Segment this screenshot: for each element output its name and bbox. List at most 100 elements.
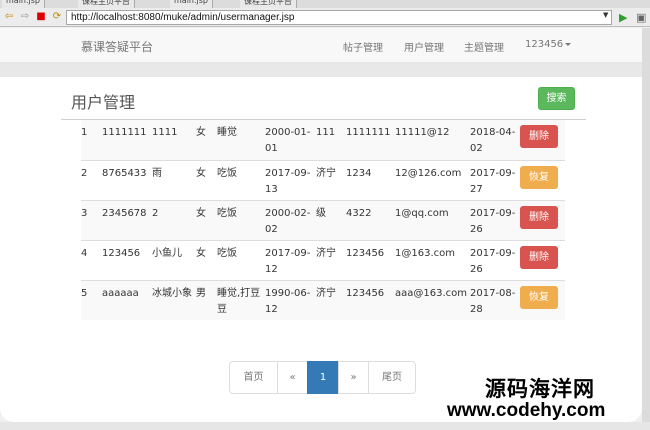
- prev-page-button[interactable]: «: [277, 361, 308, 394]
- account-cell: 1111111: [102, 127, 147, 138]
- url-dropdown-icon[interactable]: ▼: [603, 11, 608, 19]
- user-table: 1 1111111 1111 女睡觉 2000-01-01 111 1111111 11111…: [81, 120, 565, 320]
- name-cell: 雨: [152, 167, 162, 179]
- table-row: 4 123456 小鱼儿 女吃饭 2017-09-12 济宁 123456 1@163.com…: [81, 240, 565, 280]
- gender-cell: 女: [196, 247, 206, 259]
- go-icon[interactable]: ▶: [619, 11, 627, 24]
- date-cell: 2017-09-26: [470, 207, 516, 235]
- date-cell: 2017-09-27: [470, 167, 516, 195]
- current-page-button[interactable]: 1: [307, 361, 339, 394]
- name-cell: 冰城小象: [152, 287, 192, 299]
- next-page-button[interactable]: »: [338, 361, 369, 394]
- page-title: 用户管理: [71, 93, 136, 112]
- delete-button[interactable]: 删除: [520, 245, 558, 269]
- place-cell: 级: [316, 207, 326, 219]
- email-cell: aaa@163.com: [395, 287, 468, 299]
- header-band: [0, 63, 650, 77]
- first-page-button[interactable]: 首页: [229, 361, 278, 394]
- account-cell: 8765433: [102, 167, 147, 179]
- gender-cell: 男: [196, 287, 206, 299]
- action-cell: 删除: [520, 240, 565, 280]
- hobby-cell: 吃饭: [217, 247, 237, 259]
- back-icon[interactable]: ⇦: [3, 11, 15, 23]
- phone-cell: 123456: [346, 247, 385, 259]
- brand-title[interactable]: 慕课答疑平台: [81, 38, 153, 55]
- menu-icon[interactable]: ▣: [636, 11, 646, 24]
- date-cell: 2018-04-02: [470, 127, 516, 154]
- row-number: 1: [81, 127, 88, 138]
- place-cell: 济宁: [316, 287, 336, 299]
- table-row: 2 8765433 雨 女吃饭 2017-09-13 济宁 1234 12@126.com 20…: [81, 160, 565, 200]
- phone-cell: 123456: [346, 287, 385, 299]
- date-cell: 2017-09-26: [470, 247, 516, 275]
- row-number: 2: [81, 167, 88, 179]
- birth-cell: 2000-01-01: [265, 127, 311, 154]
- watermark-text: 源码海洋网: [485, 377, 595, 401]
- name-cell: 小鱼儿: [152, 247, 182, 259]
- table-row: 3 2345678 2 女吃饭 2000-02-02 级 4322 1@qq.com 2017-…: [81, 200, 565, 240]
- delete-button[interactable]: 删除: [520, 205, 558, 229]
- search-button[interactable]: 搜索: [538, 87, 575, 110]
- birth-cell: 1990-06-12: [265, 287, 311, 315]
- browser-tab-strip: main.jsp 课程主页平台 main.jsp 课程主页平台: [0, 0, 650, 8]
- phone-cell: 1234: [346, 167, 372, 179]
- name-cell: 1111: [152, 127, 178, 138]
- email-cell: 11111@12: [395, 127, 450, 138]
- hobby-cell: 睡觉: [217, 127, 237, 138]
- place-cell: 济宁: [316, 167, 336, 179]
- pagination: 首页 « 1 » 尾页: [229, 361, 416, 394]
- restore-button[interactable]: 恢复: [520, 165, 558, 189]
- row-number: 3: [81, 207, 88, 219]
- birth-cell: 2017-09-12: [265, 247, 311, 275]
- address-bar: ⇦ ⇨ ■ ⟳ http://localhost:8080/muke/admin…: [0, 8, 650, 27]
- watermark-url: www.codehy.com: [447, 400, 606, 421]
- browser-tab[interactable]: 课程主页平台: [78, 0, 135, 8]
- window-edge: [0, 422, 650, 430]
- gender-cell: 女: [196, 207, 206, 219]
- browser-tab[interactable]: main.jsp: [2, 0, 45, 8]
- action-cell: 恢复: [520, 280, 565, 320]
- restore-button[interactable]: 恢复: [520, 285, 558, 309]
- delete-button[interactable]: 删除: [520, 125, 558, 148]
- window-edge: [642, 28, 650, 430]
- browser-tab[interactable]: 课程主页平台: [240, 0, 297, 8]
- user-menu-label: 123456: [525, 39, 564, 50]
- url-input[interactable]: http://localhost:8080/muke/admin/userman…: [66, 10, 612, 25]
- nav-topics-link[interactable]: 主题管理: [464, 39, 504, 54]
- birth-cell: 2000-02-02: [265, 207, 311, 235]
- gender-cell: 女: [196, 167, 206, 179]
- phone-cell: 1111111: [346, 127, 391, 138]
- action-cell: 恢复: [520, 160, 565, 200]
- table-row: 1 1111111 1111 女睡觉 2000-01-01 111 1111111 11111…: [81, 120, 565, 160]
- hobby-cell: 睡觉,打豆豆: [217, 287, 261, 315]
- birth-cell: 2017-09-13: [265, 167, 311, 195]
- date-cell: 2017-08-28: [470, 287, 516, 315]
- gender-cell: 女: [196, 127, 206, 138]
- table-row: 5 aaaaaa 冰城小象男睡觉,打豆豆 1990-06-12 济宁 123456 aaa@…: [81, 280, 565, 320]
- last-page-button[interactable]: 尾页: [368, 361, 416, 394]
- row-number: 5: [81, 287, 88, 299]
- action-cell: 删除: [520, 120, 565, 160]
- nav-posts-link[interactable]: 帖子管理: [343, 39, 383, 54]
- top-navbar: 慕课答疑平台 帖子管理 用户管理 主题管理 123456: [0, 28, 650, 63]
- refresh-icon[interactable]: ⟳: [51, 11, 63, 23]
- phone-cell: 4322: [346, 207, 372, 219]
- nav-users-link[interactable]: 用户管理: [404, 39, 444, 54]
- hobby-cell: 吃饭: [217, 167, 237, 179]
- chevron-down-icon: [565, 42, 572, 46]
- email-cell: 1@qq.com: [395, 207, 449, 219]
- email-cell: 1@163.com: [395, 247, 455, 259]
- action-cell: 删除: [520, 200, 565, 240]
- hobby-cell: 吃饭: [217, 207, 237, 219]
- account-cell: 2345678: [102, 207, 147, 219]
- name-cell: 2: [152, 207, 159, 219]
- browser-tab[interactable]: main.jsp: [170, 0, 213, 8]
- email-cell: 12@126.com: [395, 167, 462, 179]
- place-cell: 111: [316, 127, 336, 138]
- main-panel: 用户管理 搜索 1 1111111 1111 女睡觉 2000-01-01 111 1111…: [0, 77, 642, 422]
- place-cell: 济宁: [316, 247, 336, 259]
- stop-icon[interactable]: ■: [35, 11, 47, 23]
- user-menu[interactable]: 123456: [525, 39, 572, 50]
- forward-icon[interactable]: ⇨: [19, 11, 31, 23]
- row-number: 4: [81, 247, 88, 259]
